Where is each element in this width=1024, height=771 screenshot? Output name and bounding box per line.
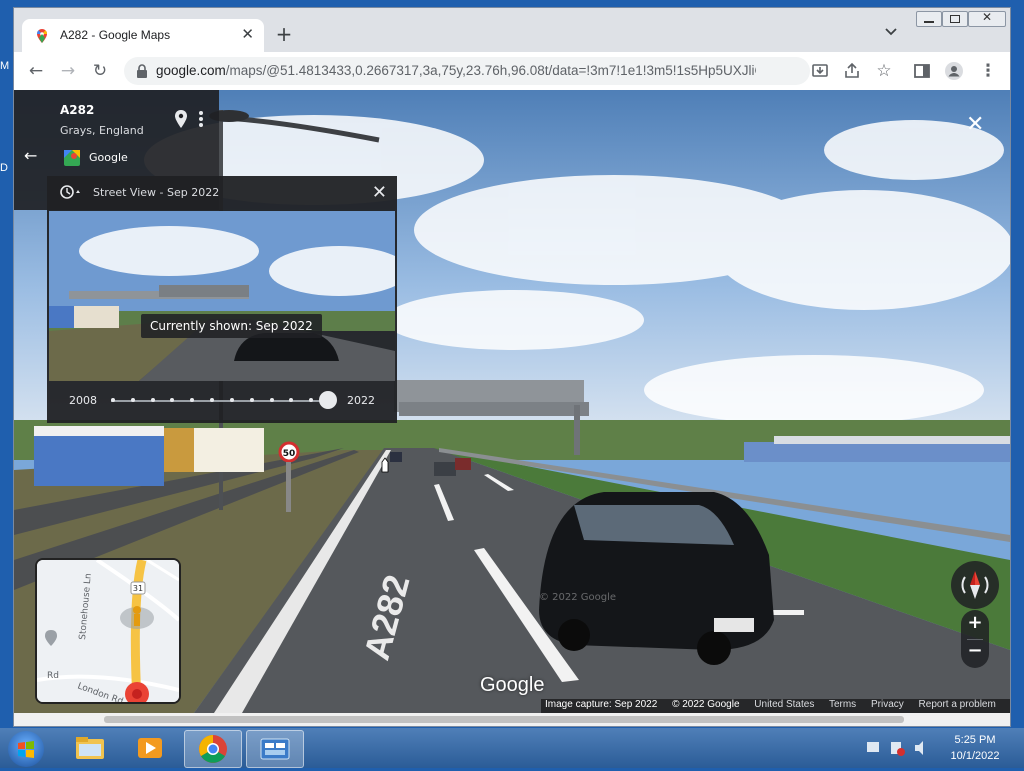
street-view-viewport[interactable]: A282 50 © 2022 Google A282 Grays, Englan… bbox=[14, 90, 1010, 713]
compass-button[interactable] bbox=[951, 561, 999, 609]
install-app-icon[interactable] bbox=[810, 61, 830, 81]
timeline-capture-dot[interactable] bbox=[249, 398, 254, 402]
url-text: google.com/maps/@51.4813433,0.2667317,3a… bbox=[156, 63, 756, 78]
time-machine-panel: Street View - Sep 2022 ✕ Currently shown… bbox=[47, 176, 397, 423]
network-icon bbox=[867, 742, 879, 752]
place-name: A282 bbox=[60, 103, 95, 117]
more-options-icon[interactable] bbox=[198, 110, 204, 128]
back-arrow-icon[interactable]: ← bbox=[26, 61, 46, 81]
region-link[interactable]: United States bbox=[754, 699, 814, 710]
timeline-capture-dot[interactable] bbox=[150, 398, 155, 402]
taskbar-explorer[interactable] bbox=[62, 730, 118, 766]
network-window-icon bbox=[260, 738, 290, 760]
timeline-slider-handle[interactable] bbox=[319, 391, 337, 409]
google-maps-logo-icon bbox=[64, 150, 80, 166]
history-clock-icon[interactable] bbox=[59, 184, 83, 200]
bookmark-star-icon[interactable]: ☆ bbox=[874, 61, 894, 81]
image-watermark: © 2022 Google bbox=[539, 592, 616, 603]
map-pin-icon[interactable] bbox=[174, 110, 188, 128]
windows-logo-icon bbox=[18, 741, 34, 758]
privacy-link[interactable]: Privacy bbox=[871, 699, 904, 710]
new-tab-icon[interactable]: + bbox=[272, 22, 296, 46]
time-machine-title: Street View - Sep 2022 bbox=[93, 186, 220, 199]
clock-time: 5:25 PM bbox=[954, 734, 996, 746]
provider-label: Google bbox=[89, 151, 128, 164]
desktop-icon-label-fragment: M bbox=[0, 60, 10, 72]
taskbar-clock[interactable]: 5:25 PM 10/1/2022 bbox=[935, 732, 1015, 764]
system-tray bbox=[867, 741, 923, 756]
zoom-in-button[interactable]: + bbox=[961, 612, 989, 633]
timeline-capture-dot[interactable] bbox=[111, 398, 115, 402]
terms-link[interactable]: Terms bbox=[829, 699, 856, 710]
maximize-button[interactable] bbox=[942, 11, 968, 27]
menu-kebab-icon[interactable]: ⋮ bbox=[978, 61, 998, 81]
chrome-icon bbox=[199, 735, 227, 763]
google-logo: Google bbox=[480, 674, 545, 696]
copyright-text: © 2022 Google bbox=[672, 699, 740, 710]
profile-avatar-icon[interactable] bbox=[944, 61, 964, 81]
timeline-start-year: 2008 bbox=[69, 394, 97, 407]
horizontal-scrollbar[interactable] bbox=[14, 713, 1010, 726]
close-street-view-icon[interactable]: ✕ bbox=[966, 112, 984, 137]
browser-toolbar: ← → ↻ google.com/maps/@51.4813433,0.2667… bbox=[14, 52, 1010, 90]
address-bar[interactable]: google.com/maps/@51.4813433,0.2667317,3a… bbox=[124, 57, 810, 85]
taskbar-remote-app[interactable] bbox=[246, 730, 304, 768]
compass-icon bbox=[961, 571, 989, 599]
tab-strip: A282 - Google Maps ✕ + ✕ bbox=[14, 8, 1010, 52]
media-player-icon bbox=[138, 738, 162, 758]
speed-limit-sign: 50 bbox=[283, 449, 296, 459]
place-location: Grays, England bbox=[60, 124, 144, 137]
back-arrow-icon[interactable]: ← bbox=[24, 146, 37, 165]
url-host: google.com bbox=[156, 63, 226, 78]
window-controls: ✕ bbox=[916, 10, 1006, 27]
report-problem-link[interactable]: Report a problem bbox=[919, 699, 996, 710]
timeline-end-year: 2022 bbox=[347, 394, 375, 407]
street-view-footer: Image capture: Sep 2022 © 2022 Google Un… bbox=[541, 699, 1010, 713]
google-maps-pin-icon bbox=[37, 29, 47, 43]
zoom-out-button[interactable]: − bbox=[961, 640, 989, 661]
timeline-capture-dot[interactable] bbox=[269, 398, 274, 402]
share-icon[interactable] bbox=[842, 61, 862, 81]
zoom-controls: + − bbox=[961, 610, 989, 668]
tab-title: A282 - Google Maps bbox=[60, 28, 171, 42]
taskbar-chrome[interactable] bbox=[184, 730, 242, 768]
time-machine-preview-image[interactable] bbox=[49, 211, 395, 381]
minimize-button[interactable] bbox=[916, 11, 942, 27]
volume-icon bbox=[915, 741, 923, 755]
timeline-slider-track[interactable] bbox=[111, 400, 329, 402]
forward-arrow-icon[interactable]: → bbox=[58, 61, 78, 81]
tab-search-chevron-icon[interactable] bbox=[884, 25, 898, 39]
image-capture-date: Image capture: Sep 2022 bbox=[545, 699, 658, 710]
reload-icon[interactable]: ↻ bbox=[90, 61, 110, 81]
url-path: /maps/@51.4813433,0.2667317,3a,75y,23.76… bbox=[225, 63, 756, 78]
road-shield-31: 31 bbox=[133, 584, 143, 593]
timeline-capture-dot[interactable] bbox=[229, 398, 234, 402]
start-button[interactable] bbox=[8, 731, 44, 767]
lock-icon bbox=[137, 64, 147, 78]
close-window-button[interactable]: ✕ bbox=[968, 10, 1006, 27]
minimap[interactable]: 31 Rd London Rd Stonehouse Ln bbox=[35, 558, 181, 704]
folder-icon bbox=[76, 737, 104, 759]
desktop-icon-label-fragment: D bbox=[0, 162, 8, 174]
tab-google-maps[interactable]: A282 - Google Maps ✕ bbox=[22, 19, 264, 52]
close-time-machine-icon[interactable]: ✕ bbox=[372, 182, 387, 203]
currently-shown-badge: Currently shown: Sep 2022 bbox=[141, 314, 322, 338]
clock-date: 10/1/2022 bbox=[950, 750, 1000, 762]
timeline-capture-dot[interactable] bbox=[130, 398, 135, 402]
minimap-road-label: Rd bbox=[47, 671, 59, 681]
scrollbar-thumb[interactable] bbox=[104, 716, 904, 723]
windows-taskbar: 5:25 PM 10/1/2022 bbox=[0, 728, 1024, 768]
close-tab-icon[interactable]: ✕ bbox=[241, 25, 254, 43]
taskbar-media-player[interactable] bbox=[122, 730, 178, 766]
minimap-roads: 31 Rd London Rd Stonehouse Ln bbox=[37, 560, 179, 702]
side-panel-icon[interactable] bbox=[912, 61, 932, 81]
browser-window: A282 - Google Maps ✕ + ✕ ← → ↻ google.co… bbox=[14, 8, 1010, 726]
